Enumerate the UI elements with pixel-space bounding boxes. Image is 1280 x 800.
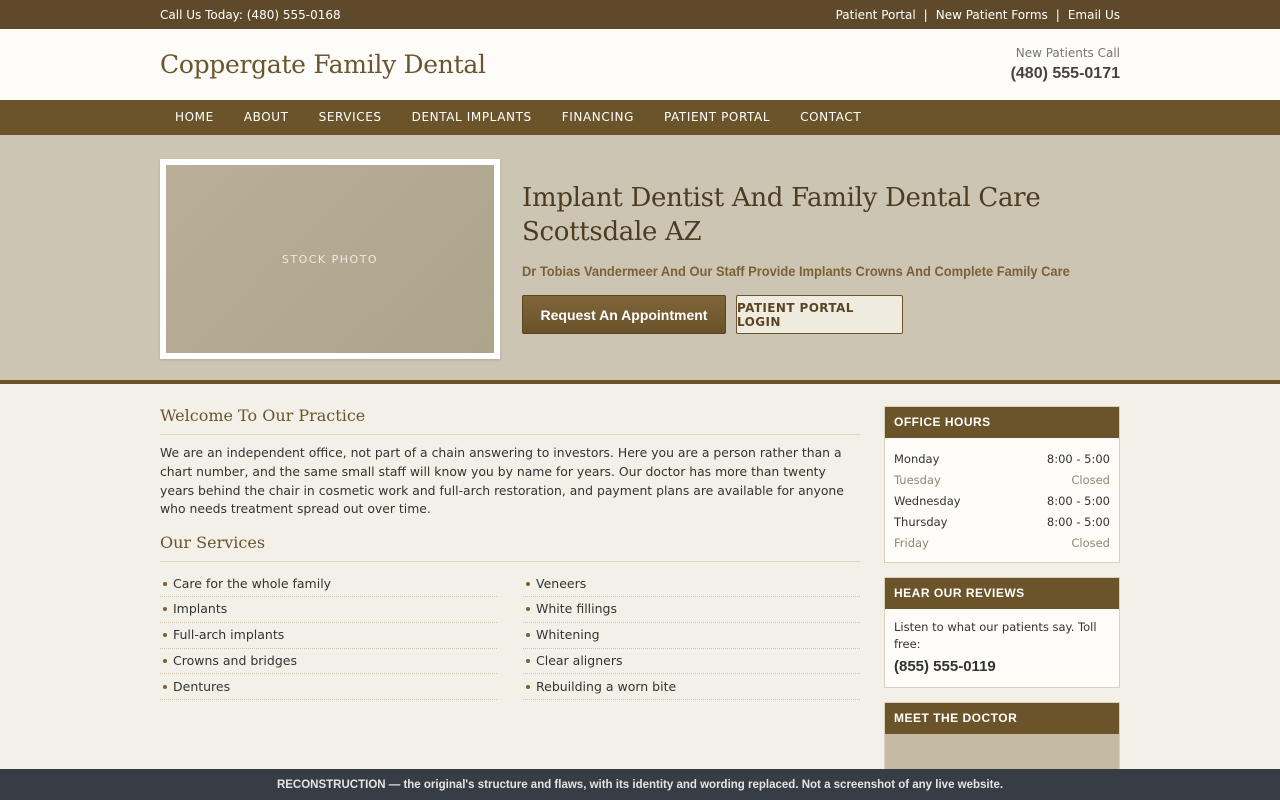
request-appointment-button[interactable]: Request An Appointment	[522, 295, 726, 334]
sidebar: OFFICE HOURS Monday 8:00 - 5:00 Tuesday Cl…	[884, 406, 1120, 797]
list-item: Care for the whole family	[160, 571, 497, 597]
bullet-icon	[163, 607, 167, 612]
call-us-text: Call Us Today: (480) 555-0168	[160, 7, 341, 22]
bullet-icon	[526, 607, 530, 612]
list-item: White fillings	[523, 597, 860, 623]
office-hours-list: Monday 8:00 - 5:00 Tuesday Closed Wednesda…	[885, 438, 1119, 562]
reviews-box: HEAR OUR REVIEWS Listen to what our pati…	[884, 577, 1120, 688]
email-us-link[interactable]: Email Us	[1068, 8, 1120, 22]
hours-day: Friday	[894, 536, 929, 550]
service-label: Whitening	[536, 627, 600, 643]
service-label: Clear aligners	[536, 653, 623, 669]
hero-title: Implant Dentist And Family Dental Care S…	[522, 183, 1041, 247]
service-label: Implants	[173, 601, 228, 617]
hours-row: Tuesday Closed	[894, 470, 1110, 491]
new-patients-phone[interactable]: (480) 555-0171	[1011, 65, 1120, 83]
hours-time: 8:00 - 5:00	[1046, 452, 1110, 466]
top-bar: Call Us Today: (480) 555-0168 Patient Po…	[0, 0, 1280, 29]
new-patients-label: New Patients Call	[1015, 46, 1120, 60]
hours-time: 8:00 - 5:00	[1046, 515, 1110, 529]
welcome-paragraph: We are an independent office, not part o…	[160, 445, 844, 517]
reviews-phone[interactable]: (855) 555-0119	[894, 658, 1110, 675]
hours-day: Wednesday	[894, 494, 961, 508]
services-heading: Our Services	[160, 533, 860, 563]
hours-day: Thursday	[894, 515, 948, 529]
hours-time: Closed	[1071, 536, 1110, 550]
list-item: Rebuilding a worn bite	[523, 674, 860, 701]
hours-day: Tuesday	[894, 473, 941, 487]
reviews-text: Listen to what our patients say. Toll fr…	[894, 620, 1097, 651]
bullet-icon	[526, 684, 530, 689]
hero-section: STOCK PHOTO Implant Dentist And Family D…	[0, 135, 1280, 384]
new-patients-callbox: New Patients Call (480) 555-0171	[1011, 46, 1120, 83]
hours-row: Thursday 8:00 - 5:00	[894, 512, 1110, 533]
nav-financing[interactable]: FINANCING	[547, 100, 649, 135]
new-patient-forms-link[interactable]: New Patient Forms	[936, 8, 1048, 22]
site-logo[interactable]: Coppergate Family Dental	[160, 50, 486, 79]
nav-contact[interactable]: CONTACT	[785, 100, 876, 135]
hero-photo-frame: STOCK PHOTO	[160, 159, 500, 359]
nav-about[interactable]: ABOUT	[229, 100, 304, 135]
service-label: Care for the whole family	[173, 575, 332, 591]
patient-portal-login-button[interactable]: PATIENT PORTAL LOGIN	[736, 295, 903, 334]
main-nav: HOME ABOUT SERVICES DENTAL IMPLANTS FINA…	[0, 100, 1280, 135]
nav-dental-implants[interactable]: DENTAL IMPLANTS	[397, 100, 547, 135]
bullet-icon	[163, 658, 167, 663]
service-label: Full-arch implants	[173, 627, 285, 643]
top-links: Patient Portal | New Patient Forms | Ema…	[836, 8, 1120, 22]
list-item: Dentures	[160, 674, 497, 701]
hero-buttons: Request An Appointment PATIENT PORTAL LO…	[522, 295, 1102, 334]
site-header: Coppergate Family Dental New Patients Ca…	[0, 29, 1280, 100]
list-item: Whitening	[523, 623, 860, 649]
office-hours-box: OFFICE HOURS Monday 8:00 - 5:00 Tuesday Cl…	[884, 406, 1120, 563]
welcome-heading: Welcome To Our Practice	[160, 406, 860, 435]
bullet-icon	[526, 633, 530, 638]
content-area: Welcome To Our Practice We are an indepe…	[0, 384, 1280, 797]
services-list: Care for the whole family Implants Full-…	[160, 571, 860, 701]
reviews-body: Listen to what our patients say. Toll fr…	[885, 609, 1119, 687]
hours-row: Friday Closed	[894, 533, 1110, 554]
bullet-icon	[163, 581, 167, 586]
bullet-icon	[526, 658, 530, 663]
list-item: Veneers	[523, 571, 860, 597]
patient-portal-link[interactable]: Patient Portal	[836, 8, 916, 22]
reviews-heading: HEAR OUR REVIEWS	[885, 578, 1119, 609]
hero-photo-label: STOCK PHOTO	[281, 252, 379, 266]
hours-time: Closed	[1071, 473, 1110, 487]
bullet-icon	[163, 684, 167, 689]
service-label: Rebuilding a worn bite	[536, 678, 677, 694]
services-column-left: Care for the whole family Implants Full-…	[160, 571, 497, 701]
hero-subtitle: Dr Tobias Vandermeer And Our Staff Provi…	[522, 263, 1070, 279]
link-separator: |	[923, 7, 928, 22]
bullet-icon	[163, 633, 167, 638]
service-label: Veneers	[536, 575, 587, 591]
hours-row: Wednesday 8:00 - 5:00	[894, 491, 1110, 512]
reconstruction-notice: RECONSTRUCTION — the original's structur…	[0, 769, 1280, 800]
hero-photo: STOCK PHOTO	[166, 165, 494, 353]
hours-row: Monday 8:00 - 5:00	[894, 449, 1110, 470]
office-hours-heading: OFFICE HOURS	[885, 407, 1119, 438]
hero-text: Implant Dentist And Family Dental Care S…	[522, 159, 1102, 359]
list-item: Clear aligners	[523, 649, 860, 675]
meet-doctor-heading: MEET THE DOCTOR	[885, 703, 1119, 734]
link-separator: |	[1055, 7, 1060, 22]
hours-time: 8:00 - 5:00	[1046, 494, 1110, 508]
main-column: Welcome To Our Practice We are an indepe…	[160, 406, 860, 797]
nav-services[interactable]: SERVICES	[304, 100, 397, 135]
list-item: Crowns and bridges	[160, 649, 497, 675]
list-item: Implants	[160, 597, 497, 623]
bullet-icon	[526, 581, 530, 586]
nav-home[interactable]: HOME	[160, 100, 229, 135]
service-label: Crowns and bridges	[173, 653, 297, 669]
hours-day: Monday	[894, 452, 940, 466]
service-label: Dentures	[173, 678, 231, 694]
nav-patient-portal[interactable]: PATIENT PORTAL	[649, 100, 785, 135]
services-column-right: Veneers White fillings Whitening Clear a…	[523, 571, 860, 701]
service-label: White fillings	[536, 601, 617, 617]
list-item: Full-arch implants	[160, 623, 497, 649]
